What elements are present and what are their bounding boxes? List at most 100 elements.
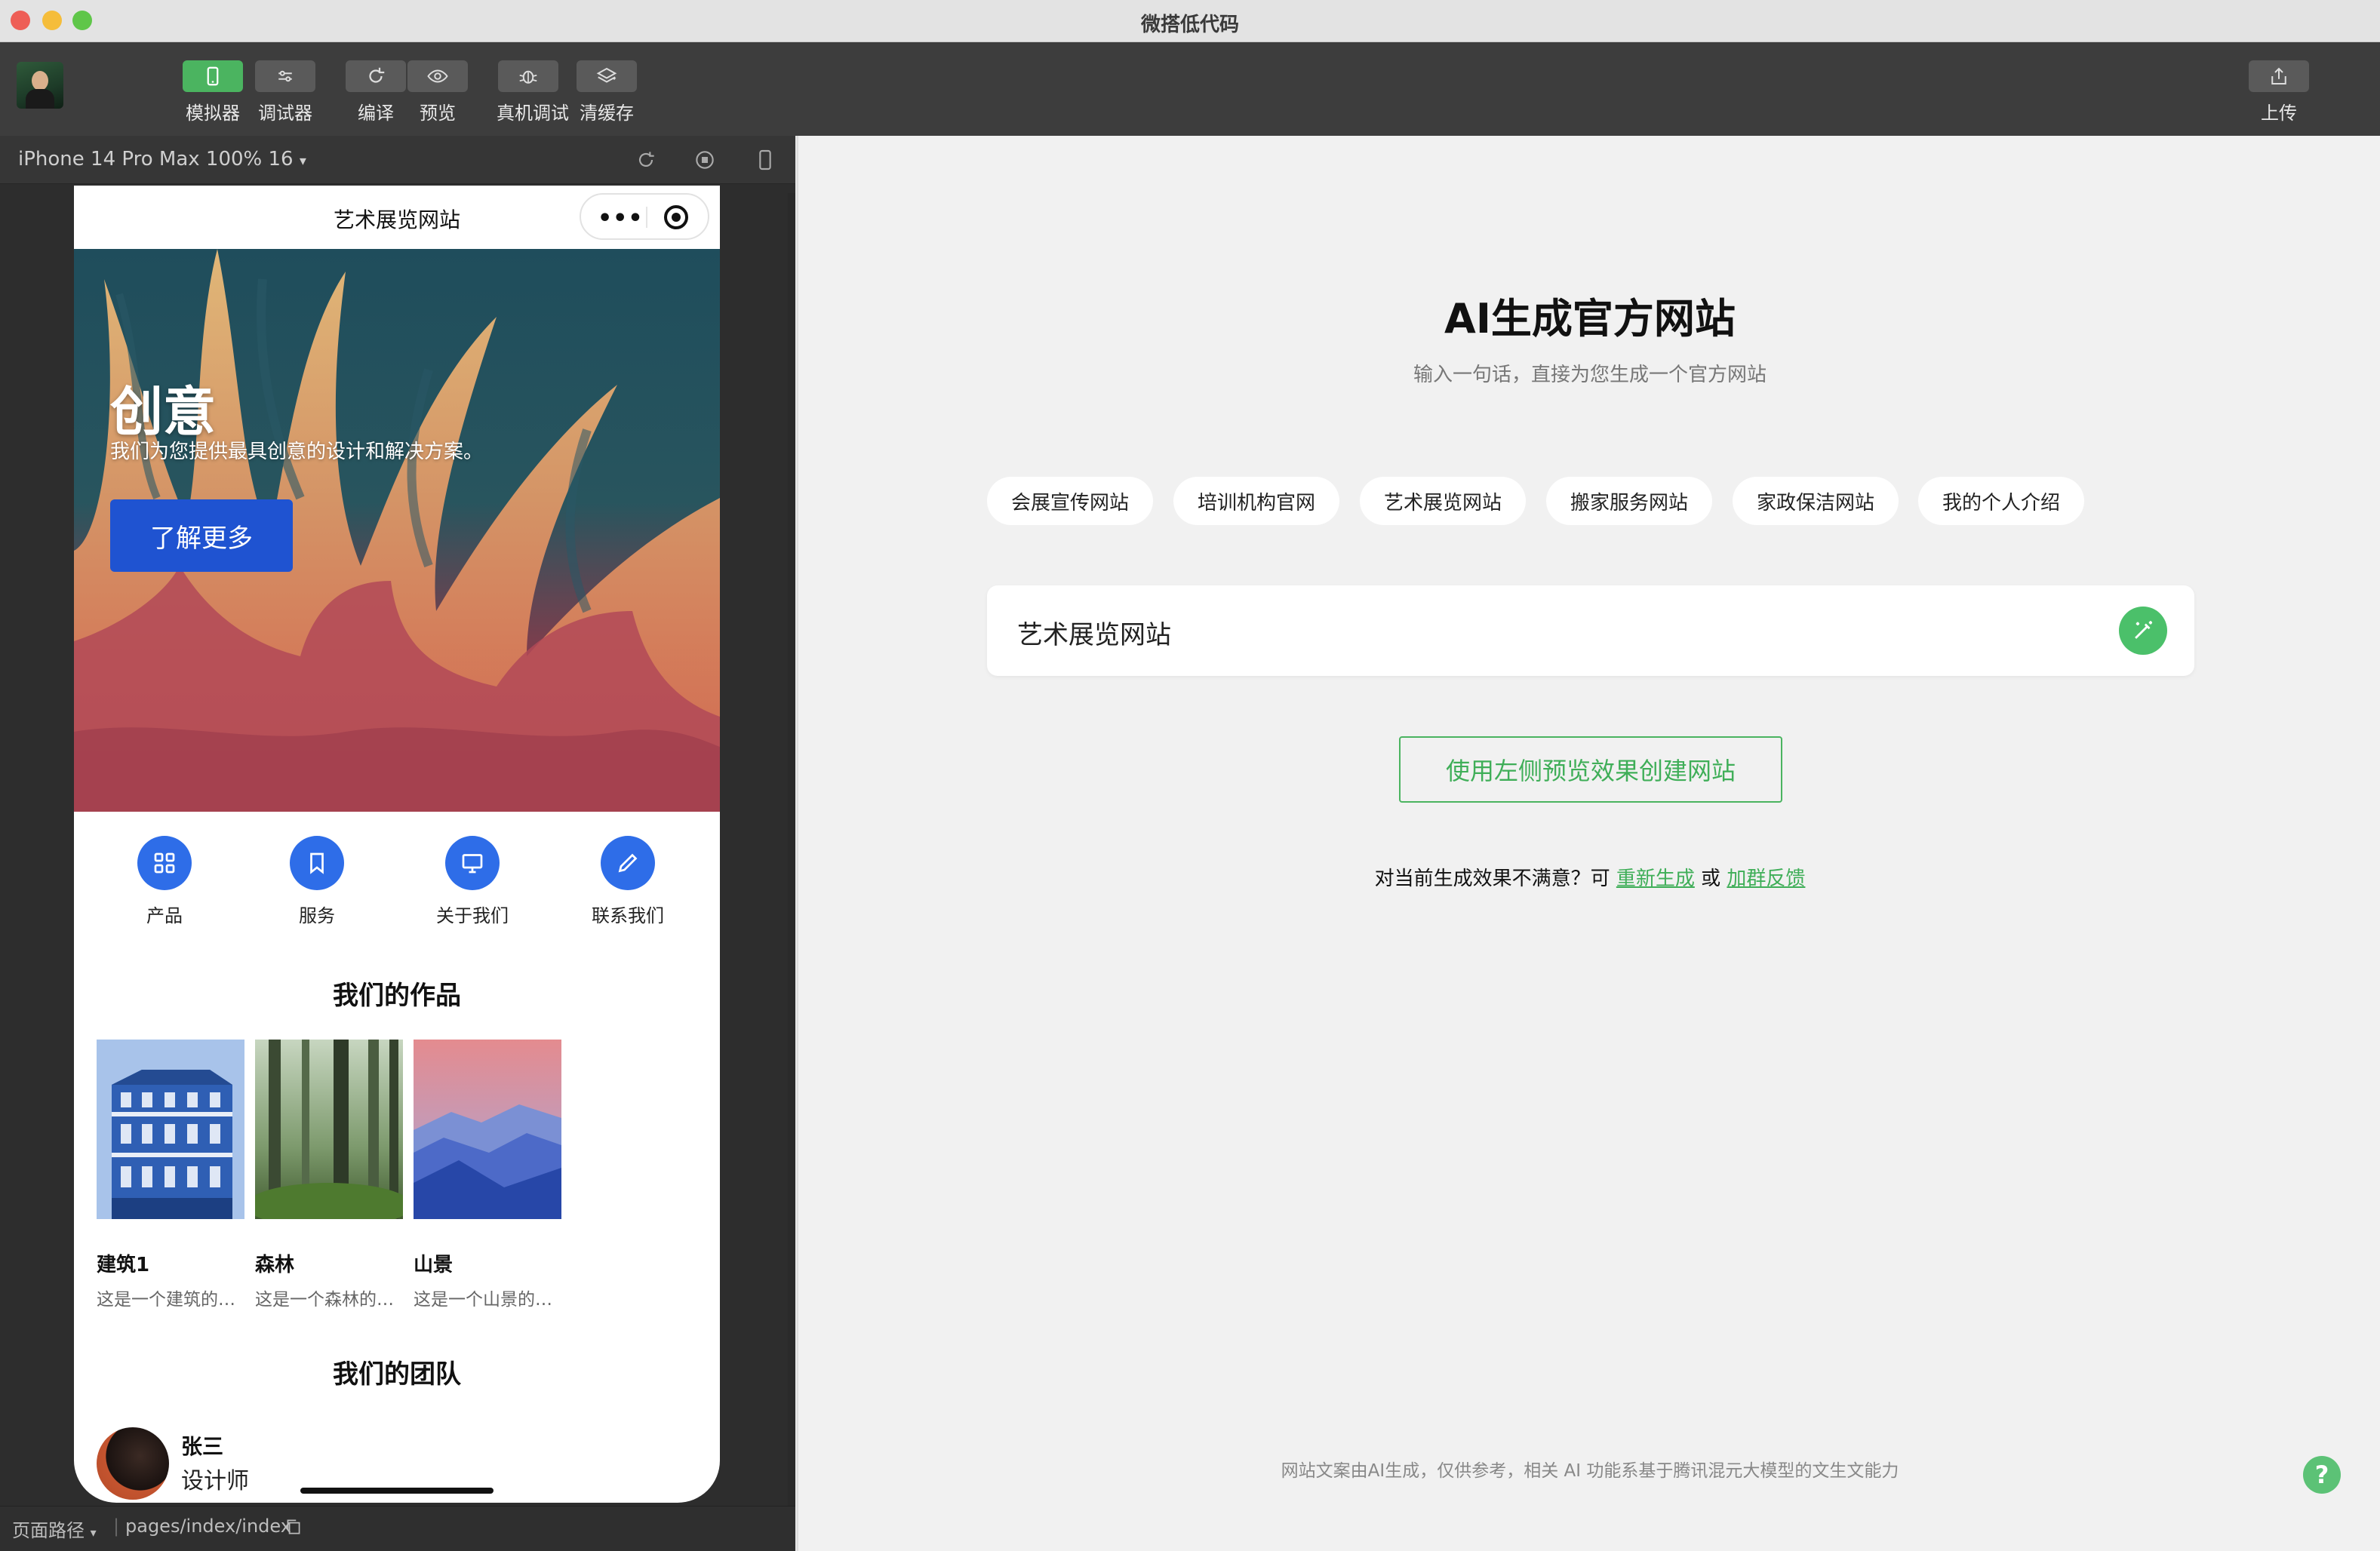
phone-icon [183,60,243,92]
debugger-button[interactable]: 调试器 [254,60,317,124]
template-chip[interactable]: 我的个人介绍 [1918,477,2085,525]
feedback-prefix: 对当前生成效果不满意？可 [1374,868,1610,890]
miniprogram-navbar: 艺术展览网站 ••• [74,186,720,249]
work-name: 森林 [255,1254,295,1276]
learn-more-button[interactable]: 了解更多 [110,499,293,572]
home-button-icon[interactable] [693,148,717,172]
device-debug-button[interactable]: 真机调试 [497,60,569,124]
work-card[interactable]: 山景 这是一个山景的… [414,1040,561,1310]
preview-label: 预览 [420,103,456,124]
quick-nav-about[interactable]: 关于我们 [420,836,525,927]
simulator-label: 模拟器 [186,103,240,124]
window-titlebar: 微搭低代码 [0,0,2380,42]
template-chip[interactable]: 搬家服务网站 [1546,477,1713,525]
work-name: 山景 [414,1254,454,1276]
quick-nav-contact[interactable]: 联系我们 [575,836,681,927]
sliders-icon [255,60,315,92]
pencil-icon [601,836,655,890]
compile-button[interactable]: 编译 [344,60,407,124]
status-divider: | [113,1516,120,1537]
quick-nav-label: 联系我们 [592,905,664,926]
quick-nav-products[interactable]: 产品 [112,836,217,927]
simulator-scrollbar[interactable] [788,193,795,1551]
page-path-label: 页面路径 [12,1520,85,1541]
monitor-icon [445,836,500,890]
join-group-link[interactable]: 加群反馈 [1727,868,1805,890]
work-name: 建筑1 [97,1254,150,1276]
copy-icon[interactable] [284,1517,303,1537]
device-debug-label: 真机调试 [497,103,569,124]
works-list: 建筑1 这是一个建筑的… 森林 这是一个森林的… 山景 这是一个山景的… [97,1040,700,1311]
bug-icon [498,60,558,92]
close-capsule-icon[interactable] [664,205,688,229]
hero-subtitle: 我们为您提供最具创意的设计和解决方案。 [110,441,484,463]
grid-icon [137,836,192,890]
simulator-button[interactable]: 模拟器 [181,60,244,124]
generate-button[interactable] [2119,607,2167,655]
work-image-building [97,1040,244,1219]
layers-icon [577,60,637,92]
hero-banner: 创意 我们为您提供最具创意的设计和解决方案。 了解更多 [74,249,720,812]
page-path-dropdown[interactable]: 页面路径 ▾ [12,1516,97,1542]
debugger-label: 调试器 [258,103,312,124]
device-selector-label: iPhone 14 Pro Max 100% 16 [18,148,294,170]
simulator-pane: iPhone 14 Pro Max 100% 16 ▾ 艺术展览网站 ••• 创… [0,136,795,1551]
page-title: AI生成官方网站 [1444,295,1736,342]
feedback-line: 对当前生成效果不满意？可 重新生成 或 加群反馈 [798,863,2380,891]
user-avatar[interactable] [17,62,63,109]
work-image-mountain [414,1040,561,1219]
regenerate-link[interactable]: 重新生成 [1616,868,1695,890]
simulator-statusbar: 页面路径 ▾ | pages/index/index [0,1506,795,1551]
eye-icon [407,60,468,92]
team-title: 我们的团队 [333,1359,461,1390]
work-card[interactable]: 森林 这是一个森林的… [255,1040,403,1310]
work-image-forest [255,1040,403,1219]
toolbar: 模拟器 调试器 编译 预览 真机调试 清缓存 上传 [0,42,2380,136]
work-desc: 这是一个山景的… [414,1290,552,1310]
preview-button[interactable]: 预览 [406,60,469,124]
compile-label: 编译 [358,103,394,124]
create-website-button[interactable]: 使用左侧预览效果创建网站 [1399,736,1782,803]
ai-generator-pane: AI生成官方网站 输入一句话，直接为您生成一个官方网站 会展宣传网站 培训机构官… [797,136,2380,1551]
device-selector[interactable]: iPhone 14 Pro Max 100% 16 ▾ [18,148,306,170]
hero-title: 创意 [110,381,216,443]
works-title: 我们的作品 [333,981,461,1011]
refresh-icon [346,60,406,92]
clear-cache-button[interactable]: 清缓存 [575,60,638,124]
work-card[interactable]: 建筑1 这是一个建筑的… [97,1040,244,1310]
ai-disclaimer: 网站文案由AI生成，仅供参考，相关 AI 功能系基于腾讯混元大模型的文生文能力 [1281,1461,1899,1481]
magic-wand-icon [2135,621,2153,639]
template-chip[interactable]: 会展宣传网站 [987,477,1154,525]
device-frame-icon[interactable] [753,148,777,172]
upload-button[interactable]: 上传 [2247,60,2311,124]
rotate-icon[interactable] [634,148,658,172]
template-chip[interactable]: 培训机构官网 [1173,477,1340,525]
upload-icon [2249,60,2309,92]
capsule-menu: ••• [580,193,709,240]
bookmark-icon [290,836,344,890]
clear-cache-label: 清缓存 [580,103,634,124]
work-desc: 这是一个建筑的… [97,1290,235,1310]
quick-nav-label: 服务 [299,905,335,926]
template-chip[interactable]: 艺术展览网站 [1360,477,1527,525]
chevron-down-icon: ▾ [90,1525,97,1540]
member-name: 张三 [181,1434,224,1459]
prompt-input[interactable]: 艺术展览网站 [987,585,2194,676]
prompt-input-value: 艺术展览网站 [1017,620,1171,650]
member-role: 设计师 [181,1468,249,1494]
quick-nav-label: 产品 [146,905,183,926]
quick-nav: 产品 服务 关于我们 联系我们 [74,836,720,941]
template-chip[interactable]: 家政保洁网站 [1733,477,1899,525]
avatar [97,1427,169,1500]
help-button[interactable]: ? [2303,1456,2341,1494]
phone-preview: 艺术展览网站 ••• 创意 我们为您提供最具创意的设计和解决方案。 了解更多 产… [74,186,720,1503]
quick-nav-label: 关于我们 [436,905,509,926]
upload-label: 上传 [2261,103,2297,124]
more-icon[interactable]: ••• [598,205,644,232]
window-title: 微搭低代码 [1140,14,1239,36]
feedback-or: 或 [1701,868,1721,890]
page-subtitle: 输入一句话，直接为您生成一个官方网站 [1413,364,1767,386]
work-desc: 这是一个森林的… [255,1290,394,1310]
quick-nav-services[interactable]: 服务 [264,836,370,927]
simulator-bar: iPhone 14 Pro Max 100% 16 ▾ [0,136,795,184]
